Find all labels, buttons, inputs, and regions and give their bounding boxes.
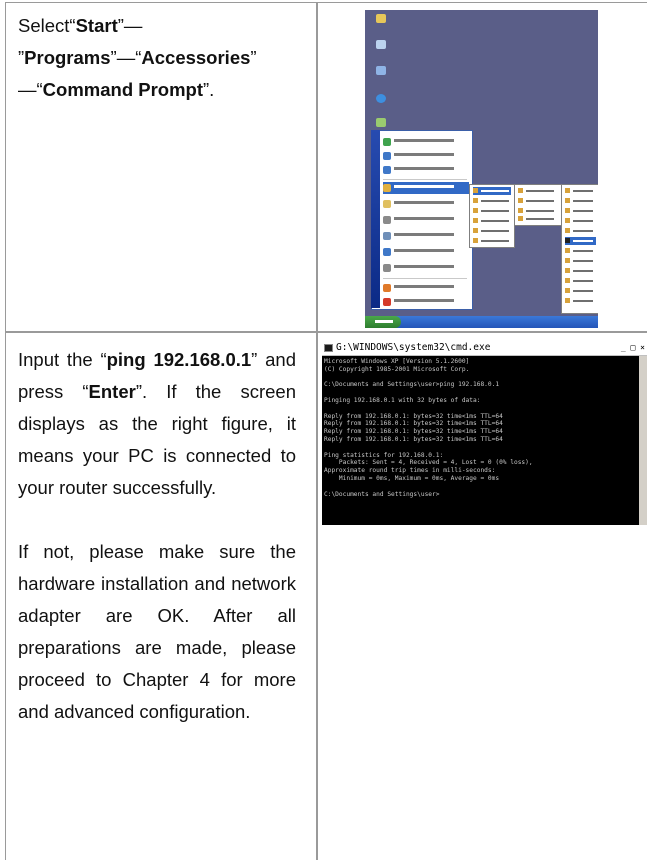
submenu-item <box>473 217 511 225</box>
troubleshooting-paragraph: If not, please make sure the hardware in… <box>18 541 296 722</box>
cmd-line: Reply from 192.168.0.1: bytes=32 time<1m… <box>324 435 503 443</box>
submenu-item <box>565 197 596 205</box>
submenu-item <box>565 277 596 285</box>
submenu-item <box>518 187 558 195</box>
cmd-line: Reply from 192.168.0.1: bytes=32 time<1m… <box>324 428 503 436</box>
network-places-icon <box>371 66 391 79</box>
start-menu-item <box>383 230 469 242</box>
accessories-label: Accessories <box>141 47 251 68</box>
start-menu-item <box>383 214 469 226</box>
ping-instruction: Input the “ping 192.168.0.1” and press “… <box>18 344 296 504</box>
cmd-scrollbar <box>639 356 647 525</box>
start-menu-item <box>383 262 469 274</box>
start-menu-item-programs <box>383 182 469 194</box>
submenu-item <box>565 207 596 215</box>
my-documents-icon <box>371 14 391 27</box>
cmd-line <box>324 483 636 491</box>
cmd-line: Packets: Sent = 4, Received = 4, Lost = … <box>324 459 533 467</box>
start-label: Start <box>75 15 118 36</box>
text-fragment: ”—“ <box>110 47 142 68</box>
text-fragment: ”. <box>203 79 215 100</box>
submenu-item <box>565 247 596 255</box>
submenu-item <box>518 197 558 205</box>
submenu-item <box>565 227 596 235</box>
programs-label: Programs <box>24 47 111 68</box>
cmd-line: Minimum = 0ms, Maximum = 0ms, Average = … <box>324 474 500 482</box>
cmd-title-bar: G:\WINDOWS\system32\cmd.exe _ □ × <box>322 341 647 356</box>
text-fragment: Input the “ <box>18 349 107 370</box>
cmd-app-icon <box>324 344 333 352</box>
cmd-line: Microsoft Windows XP [Version 5.1.2600] <box>324 358 470 365</box>
cmd-line <box>324 374 636 382</box>
enter-key-label: Enter <box>88 381 136 402</box>
cmd-line: C:\Documents and Settings\user> <box>324 490 440 498</box>
cmd-output: Microsoft Windows XP [Version 5.1.2600](… <box>324 358 636 498</box>
start-menu-separator <box>383 278 467 279</box>
cmd-line <box>324 389 636 397</box>
submenu-item <box>518 215 558 223</box>
programs-submenu <box>469 184 515 248</box>
cmd-window-title: G:\WINDOWS\system32\cmd.exe <box>336 342 491 353</box>
cmd-line: Reply from 192.168.0.1: bytes=32 time<1m… <box>324 420 503 428</box>
submenu-item <box>565 287 596 295</box>
internet-explorer-icon <box>371 94 391 107</box>
start-menu-item <box>383 282 469 294</box>
table-border-top <box>5 2 647 3</box>
step-ping-router: Input the “ping 192.168.0.1” and press “… <box>18 344 296 728</box>
table-row-divider <box>5 331 647 333</box>
my-computer-icon <box>371 40 391 53</box>
start-menu-item <box>383 296 469 308</box>
submenu-item-command-prompt <box>565 237 596 245</box>
cmd-line <box>324 444 636 452</box>
cmd-line: C:\Documents and Settings\user>ping 192.… <box>324 381 500 389</box>
table-border-left <box>5 2 6 860</box>
accessories-submenu <box>514 184 562 226</box>
start-menu-item <box>383 198 469 210</box>
start-menu-band <box>371 130 380 308</box>
command-prompt-label: Command Prompt <box>42 79 204 100</box>
cmd-line: Ping statistics for 192.168.0.1: <box>324 451 444 459</box>
text-fragment: Select“ <box>18 15 76 36</box>
start-menu-item <box>383 150 469 162</box>
start-menu-item <box>383 246 469 258</box>
taskbar <box>365 316 598 328</box>
windows-start-menu-screenshot <box>365 10 598 328</box>
cmd-line: Approximate round trip times in milli-se… <box>324 467 496 475</box>
cmd-line: Reply from 192.168.0.1: bytes=32 time<1m… <box>324 412 503 420</box>
submenu-item <box>565 257 596 265</box>
submenu-item-accessories <box>473 187 511 195</box>
submenu-item <box>565 217 596 225</box>
submenu-item <box>565 187 596 195</box>
step-select-command-prompt: Select“Start”— ”Programs”—“Accessories” … <box>18 10 298 106</box>
submenu-item <box>518 207 558 215</box>
start-button <box>365 316 401 328</box>
submenu-item <box>565 267 596 275</box>
submenu-item <box>473 237 511 245</box>
ping-command: ping 192.168.0.1 <box>106 349 252 370</box>
recycle-bin-icon <box>371 118 391 127</box>
submenu-item <box>473 197 511 205</box>
start-menu-item <box>383 164 469 176</box>
submenu-item <box>473 207 511 215</box>
command-prompt-screenshot: G:\WINDOWS\system32\cmd.exe _ □ × Micros… <box>322 341 647 525</box>
start-menu-separator <box>383 179 467 180</box>
start-menu-item <box>383 136 469 148</box>
cmd-line: (C) Copyright 1985-2001 Microsoft Corp. <box>324 365 470 373</box>
submenu-item <box>565 297 596 305</box>
submenu-item <box>473 227 511 235</box>
cmd-line <box>324 405 636 413</box>
accessories-items-submenu <box>561 184 598 314</box>
table-column-divider <box>316 2 318 860</box>
window-controls: _ □ × <box>620 343 645 352</box>
cmd-line: Pinging 192.168.0.1 with 32 bytes of dat… <box>324 396 481 404</box>
